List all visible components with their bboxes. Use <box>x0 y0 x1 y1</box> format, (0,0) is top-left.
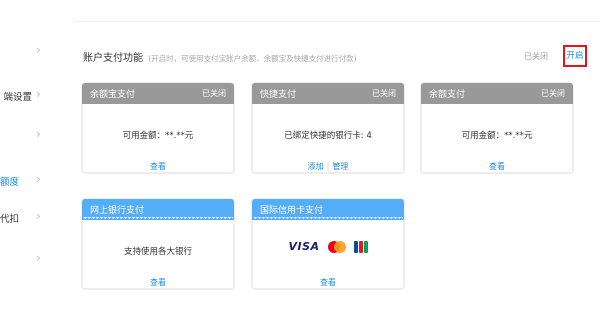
card-intl-credit-pay: 国际信用卡支付 VISA 查看 <box>252 199 404 289</box>
chevron-right-icon: › <box>36 127 41 141</box>
chevron-right-icon: › <box>36 43 41 57</box>
available-balance-text: 可用金额：**.**元 <box>122 131 194 141</box>
section-title: 账户支付功能 (开启时，可使用支付宝账户余额、余额宝及快捷支付进行付款) <box>83 49 357 64</box>
chevron-right-icon: › <box>36 251 41 265</box>
ticket-edge <box>253 217 403 221</box>
visa-logo: VISA <box>288 240 320 253</box>
available-balance-text: 可用金额：**.**元 <box>461 131 533 141</box>
section-note: (开启时，可使用支付宝账户余额、余额宝及快捷支付进行付款) <box>148 54 357 63</box>
card-body: 已绑定快捷的银行卡: 4 添加 | 管理 <box>252 104 404 173</box>
sidebar-item-withhold[interactable]: 代扣 › <box>0 208 60 228</box>
jcb-logo <box>353 240 368 253</box>
sidebar: › 端设置 › › 额度 › 代扣 › › <box>0 0 60 328</box>
section-title-text: 账户支付功能 <box>83 53 143 64</box>
sidebar-item-3[interactable]: › <box>0 126 60 146</box>
card-status: 已关闭 <box>541 89 565 98</box>
chevron-right-icon: › <box>36 209 41 223</box>
sidebar-item-6[interactable]: › <box>0 250 60 270</box>
sidebar-item-label: 额度 <box>0 177 19 188</box>
banks-support-text: 支持使用各大银行 <box>123 247 192 257</box>
chevron-right-icon: › <box>36 87 41 101</box>
card-title: 余额支付 <box>429 90 466 100</box>
card-yuebao-pay: 余额宝支付 已关闭 可用金额：**.**元 查看 <box>82 83 234 173</box>
view-link[interactable]: 查看 <box>253 277 403 288</box>
link-separator: | <box>326 162 330 171</box>
card-header: 余额宝支付 已关闭 <box>82 83 234 104</box>
account-pay-status: 已关闭 <box>524 52 548 61</box>
card-body: 支持使用各大银行 查看 <box>82 217 234 289</box>
manage-link[interactable]: 管理 <box>332 162 348 171</box>
card-header: 快捷支付 已关闭 <box>252 83 404 104</box>
card-status: 已关闭 <box>372 89 396 98</box>
card-title: 网上银行支付 <box>90 206 145 216</box>
view-link[interactable]: 查看 <box>83 161 233 172</box>
enable-button[interactable]: 开启 <box>563 45 587 67</box>
card-body: 可用金额：**.**元 查看 <box>421 104 573 173</box>
ticket-edge <box>83 217 233 221</box>
sidebar-item-label: 端设置 <box>3 92 32 103</box>
view-link[interactable]: 查看 <box>422 161 572 172</box>
card-body: VISA 查看 <box>252 217 404 289</box>
card-title: 余额宝支付 <box>90 90 136 100</box>
chevron-right-icon: › <box>36 172 41 186</box>
mastercard-logo <box>327 240 346 253</box>
view-link[interactable]: 查看 <box>83 277 233 288</box>
card-title: 国际信用卡支付 <box>260 206 324 216</box>
card-status: 已关闭 <box>202 89 226 98</box>
card-logos: VISA <box>253 240 403 253</box>
card-links: 添加 | 管理 <box>253 161 403 172</box>
card-quick-pay: 快捷支付 已关闭 已绑定快捷的银行卡: 4 添加 | 管理 <box>252 83 404 173</box>
add-link[interactable]: 添加 <box>308 162 324 171</box>
sidebar-item-quota[interactable]: 额度 › <box>0 171 60 191</box>
bound-cards-text: 已绑定快捷的银行卡: 4 <box>284 131 372 141</box>
card-balance-pay: 余额支付 已关闭 可用金额：**.**元 查看 <box>421 83 573 173</box>
card-body: 可用金额：**.**元 查看 <box>82 104 234 173</box>
top-divider <box>75 21 600 22</box>
card-online-bank-pay: 网上银行支付 支持使用各大银行 查看 <box>82 199 234 289</box>
card-title: 快捷支付 <box>260 90 297 100</box>
sidebar-item-label: 代扣 <box>0 214 19 225</box>
card-header: 余额支付 已关闭 <box>421 83 573 104</box>
sidebar-item-1[interactable]: › <box>0 42 60 62</box>
sidebar-item-client-settings[interactable]: 端设置 › <box>0 86 60 106</box>
